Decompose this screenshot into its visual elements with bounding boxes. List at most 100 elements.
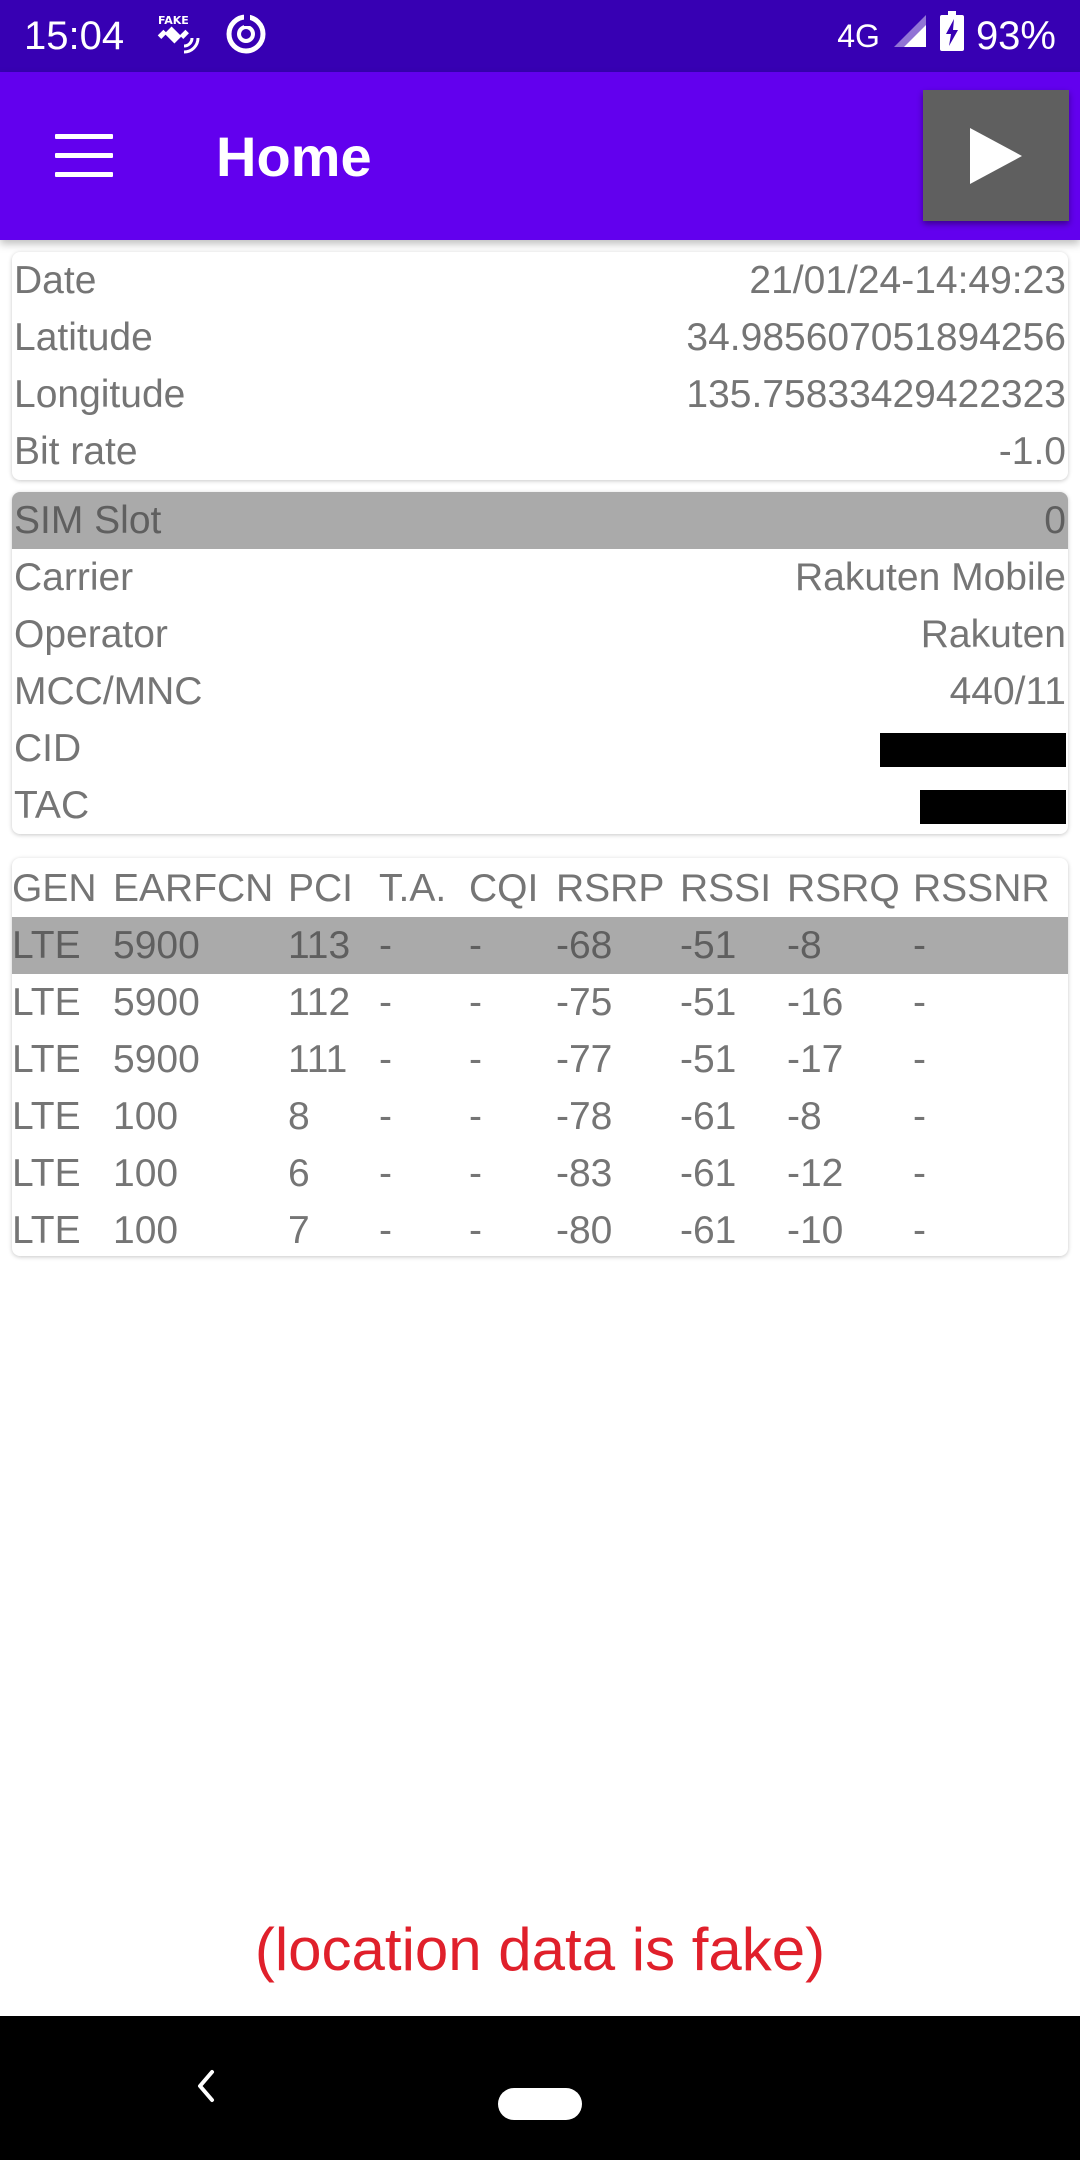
status-time: 15:04 <box>24 13 125 58</box>
latitude-label: Latitude <box>14 315 153 359</box>
mccmnc-value: 440/11 <box>949 669 1066 713</box>
battery-charging-icon <box>939 11 964 61</box>
svg-text:FAKE: FAKE <box>158 14 189 27</box>
cell-earfcn: 100 <box>113 1208 179 1252</box>
network-type: 4G <box>837 17 880 54</box>
table-row: LTE 100 6 - - -83 -61 -12 - <box>12 1145 1068 1202</box>
cell-table: GEN EARFCN PCI T.A. CQI RSRP RSSI RSRQ R… <box>12 860 1068 1256</box>
cell-earfcn: 100 <box>113 1151 179 1195</box>
cell-pci: 8 <box>288 1094 310 1138</box>
play-button[interactable] <box>923 90 1069 221</box>
cell-gen: LTE <box>12 980 81 1024</box>
header-pci: PCI <box>288 866 354 910</box>
sim-card: SIM Slot 0 Carrier Rakuten Mobile Operat… <box>12 492 1068 834</box>
status-system-icons: 4G 93% <box>837 11 1056 61</box>
cell-gen: LTE <box>12 1037 81 1081</box>
cell-rssi: -51 <box>680 1037 737 1081</box>
cell-cqi: - <box>469 1208 482 1252</box>
cell-rssi: -61 <box>680 1094 737 1138</box>
cell-rsrq: -8 <box>787 1094 822 1138</box>
cell-earfcn: 5900 <box>113 980 200 1024</box>
header-gen: GEN <box>12 866 97 910</box>
header-rssnr: RSSNR <box>913 866 1050 910</box>
cell-ta: - <box>379 917 469 974</box>
location-card: Date 21/01/24-14:49:23 Latitude 34.98560… <box>12 252 1068 480</box>
longitude-value: 135.75833429422323 <box>686 372 1066 416</box>
signal-icon <box>892 13 928 59</box>
bitrate-value: -1.0 <box>998 429 1066 473</box>
cell-ta: - <box>379 1037 392 1081</box>
table-header: GEN EARFCN PCI T.A. CQI RSRP RSSI RSRQ R… <box>12 860 1068 917</box>
tac-value <box>920 784 1066 828</box>
header-rssi: RSSI <box>680 866 772 910</box>
cell-cqi: - <box>469 980 482 1024</box>
cell-rsrp: -77 <box>556 1037 613 1081</box>
tac-label: TAC <box>14 783 90 827</box>
latitude-value: 34.985607051894256 <box>686 315 1066 359</box>
latitude-row: Latitude 34.985607051894256 <box>12 309 1068 366</box>
cell-cqi: - <box>469 917 556 974</box>
home-pill-icon[interactable] <box>498 2088 582 2120</box>
cell-rsrp: -83 <box>556 1151 613 1195</box>
cid-label: CID <box>14 726 82 770</box>
cell-ta: - <box>379 1151 392 1195</box>
operator-row: Operator Rakuten <box>12 606 1068 663</box>
header-cqi: CQI <box>469 866 539 910</box>
cell-ta: - <box>379 1208 392 1252</box>
table-row: LTE 100 7 - - -80 -61 -10 - <box>12 1202 1068 1256</box>
carrier-row: Carrier Rakuten Mobile <box>12 549 1068 606</box>
cell-rsrq: -17 <box>787 1037 844 1081</box>
table-row: LTE 100 8 - - -78 -61 -8 - <box>12 1088 1068 1145</box>
cell-rsrq: -16 <box>787 980 844 1024</box>
cell-rssnr: - <box>913 1151 926 1195</box>
cell-cqi: - <box>469 1094 482 1138</box>
table-row: LTE 5900 111 - - -77 -51 -17 - <box>12 1031 1068 1088</box>
sync-icon <box>224 12 268 61</box>
cell-gen: LTE <box>12 1208 81 1252</box>
cell-pci: 113 <box>288 917 379 974</box>
cell-cqi: - <box>469 1151 482 1195</box>
status-bar: 15:04 FAKE 4G 93% <box>0 0 1080 72</box>
cell-rsrq: -12 <box>787 1151 844 1195</box>
cell-table-card: GEN EARFCN PCI T.A. CQI RSRP RSSI RSRQ R… <box>12 858 1068 1256</box>
cell-gen: LTE <box>12 1151 81 1195</box>
play-icon <box>970 127 1022 184</box>
cell-rssnr: - <box>913 1208 926 1252</box>
redaction-bar <box>880 733 1066 768</box>
cell-earfcn: 5900 <box>113 917 288 974</box>
page-title: Home <box>216 125 372 188</box>
operator-label: Operator <box>14 612 168 656</box>
operator-value: Rakuten <box>920 612 1066 656</box>
cell-ta: - <box>379 1094 392 1138</box>
cell-earfcn: 100 <box>113 1094 179 1138</box>
sim-slot-label: SIM Slot <box>14 498 162 542</box>
cell-rsrq: -10 <box>787 1208 844 1252</box>
date-label: Date <box>14 258 97 302</box>
redaction-bar <box>920 790 1066 825</box>
mccmnc-label: MCC/MNC <box>14 669 203 713</box>
cell-cqi: - <box>469 1037 482 1081</box>
header-rsrp: RSRP <box>556 866 665 910</box>
cell-rssnr: - <box>913 980 926 1024</box>
cell-pci: 6 <box>288 1151 310 1195</box>
header-ta: T.A. <box>379 866 447 910</box>
carrier-value: Rakuten Mobile <box>795 555 1066 599</box>
cell-rssi: -51 <box>680 917 787 974</box>
cell-rssi: -61 <box>680 1208 737 1252</box>
cell-pci: 7 <box>288 1208 310 1252</box>
cell-rsrp: -80 <box>556 1208 613 1252</box>
back-icon[interactable] <box>190 2066 220 2111</box>
cell-gen: LTE <box>12 917 113 974</box>
status-notification-icons: FAKE <box>154 12 268 61</box>
tac-row: TAC <box>12 777 1068 834</box>
menu-icon[interactable] <box>55 134 113 178</box>
cell-earfcn: 5900 <box>113 1037 200 1081</box>
bitrate-label: Bit rate <box>14 429 138 473</box>
carrier-label: Carrier <box>14 555 134 599</box>
bitrate-row: Bit rate -1.0 <box>12 423 1068 480</box>
cell-pci: 111 <box>288 1037 348 1081</box>
table-row: LTE 5900 113 - - -68 -51 -8 - <box>12 917 1068 974</box>
header-rsrq: RSRQ <box>787 866 900 910</box>
cell-rssi: -61 <box>680 1151 737 1195</box>
sim-slot-value: 0 <box>1044 498 1066 542</box>
